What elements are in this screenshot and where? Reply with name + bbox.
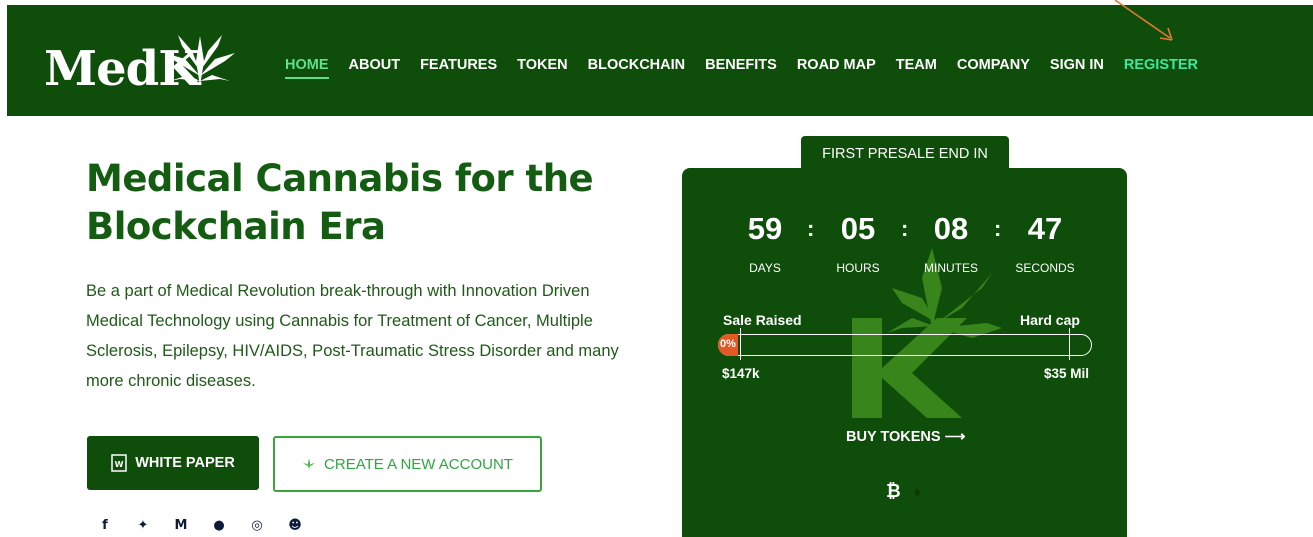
buy-tokens-button[interactable]: BUY TOKENS ⟶ bbox=[846, 429, 965, 445]
sale-progress-text: 0% bbox=[720, 338, 736, 350]
nav-register[interactable]: REGISTER bbox=[1124, 57, 1198, 73]
buy-tokens-label: BUY TOKENS bbox=[846, 429, 941, 445]
cannabis-leaf-icon bbox=[165, 35, 235, 86]
presale-card: 59 : 05 : 08 : 47 DAYS HOURS MINUTES SEC… bbox=[682, 168, 1127, 537]
social-links: f ✦ M ● ◎ ☻ bbox=[95, 515, 305, 535]
countdown-separator: : bbox=[807, 216, 815, 241]
twitter-icon[interactable]: ✦ bbox=[133, 515, 153, 535]
white-paper-label: WHITE PAPER bbox=[135, 455, 235, 471]
telegram-icon[interactable]: ● bbox=[209, 515, 229, 535]
countdown-seconds-value: 47 bbox=[1027, 211, 1063, 246]
hero-description: Be a part of Medical Revolution break-th… bbox=[86, 282, 619, 390]
countdown-minutes-value: 08 bbox=[933, 211, 969, 246]
nav-about[interactable]: ABOUT bbox=[349, 57, 401, 73]
countdown-minutes-label: MINUTES bbox=[924, 261, 978, 275]
raised-amount: $147k bbox=[722, 366, 760, 381]
progress-start-marker bbox=[740, 328, 741, 360]
nav-road-map[interactable]: ROAD MAP bbox=[797, 57, 876, 73]
countdown-days-label: DAYS bbox=[749, 261, 781, 275]
ethereum-icon[interactable]: ♦ bbox=[912, 486, 923, 500]
hero-title: Medical Cannabis for the Blockchain Era bbox=[86, 157, 594, 248]
nav-team[interactable]: TEAM bbox=[896, 57, 937, 73]
progress-end-marker bbox=[1069, 328, 1070, 360]
main-nav: HOME ABOUT FEATURES TOKEN BLOCKCHAIN BEN… bbox=[285, 57, 1218, 79]
nav-blockchain[interactable]: BLOCKCHAIN bbox=[588, 57, 685, 73]
steemit-icon[interactable]: ◎ bbox=[247, 515, 267, 535]
create-account-button[interactable]: CREATE A NEW ACCOUNT bbox=[273, 436, 542, 492]
countdown-hours-value: 05 bbox=[840, 211, 876, 246]
countdown-hours-label: HOURS bbox=[836, 261, 880, 275]
hard-cap-label: Hard cap bbox=[1020, 312, 1080, 328]
presale-tab: FIRST PRESALE END IN bbox=[801, 136, 1009, 171]
countdown-separator: : bbox=[901, 216, 909, 241]
countdown-separator: : bbox=[994, 216, 1002, 241]
medium-icon[interactable]: M bbox=[171, 515, 191, 535]
hard-cap-amount: $35 Mil bbox=[1044, 366, 1090, 381]
cannabis-leaf-icon bbox=[303, 458, 316, 470]
arrow-right-icon: ⟶ bbox=[944, 429, 966, 445]
white-paper-button[interactable]: W WHITE PAPER bbox=[87, 436, 259, 490]
nav-token[interactable]: TOKEN bbox=[517, 57, 568, 73]
reddit-icon[interactable]: ☻ bbox=[285, 515, 305, 535]
nav-company[interactable]: COMPANY bbox=[957, 57, 1030, 73]
facebook-icon[interactable]: f bbox=[95, 515, 115, 535]
nav-benefits[interactable]: BENEFITS bbox=[705, 57, 777, 73]
bitcoin-icon[interactable]: ₿ bbox=[886, 481, 901, 502]
nav-features[interactable]: FEATURES bbox=[420, 57, 497, 73]
sale-progress-bar: 0% bbox=[718, 334, 1092, 356]
svg-text:W: W bbox=[115, 460, 124, 469]
create-account-label: CREATE A NEW ACCOUNT bbox=[324, 455, 513, 473]
nav-sign-in[interactable]: SIGN IN bbox=[1050, 57, 1104, 73]
countdown-days-value: 59 bbox=[747, 211, 783, 246]
sale-raised-label: Sale Raised bbox=[723, 312, 802, 328]
document-icon: W bbox=[111, 454, 127, 472]
annotation-arrow-icon bbox=[1114, 0, 1173, 41]
nav-home[interactable]: HOME bbox=[285, 57, 329, 79]
countdown-seconds-label: SECONDS bbox=[1015, 261, 1075, 275]
